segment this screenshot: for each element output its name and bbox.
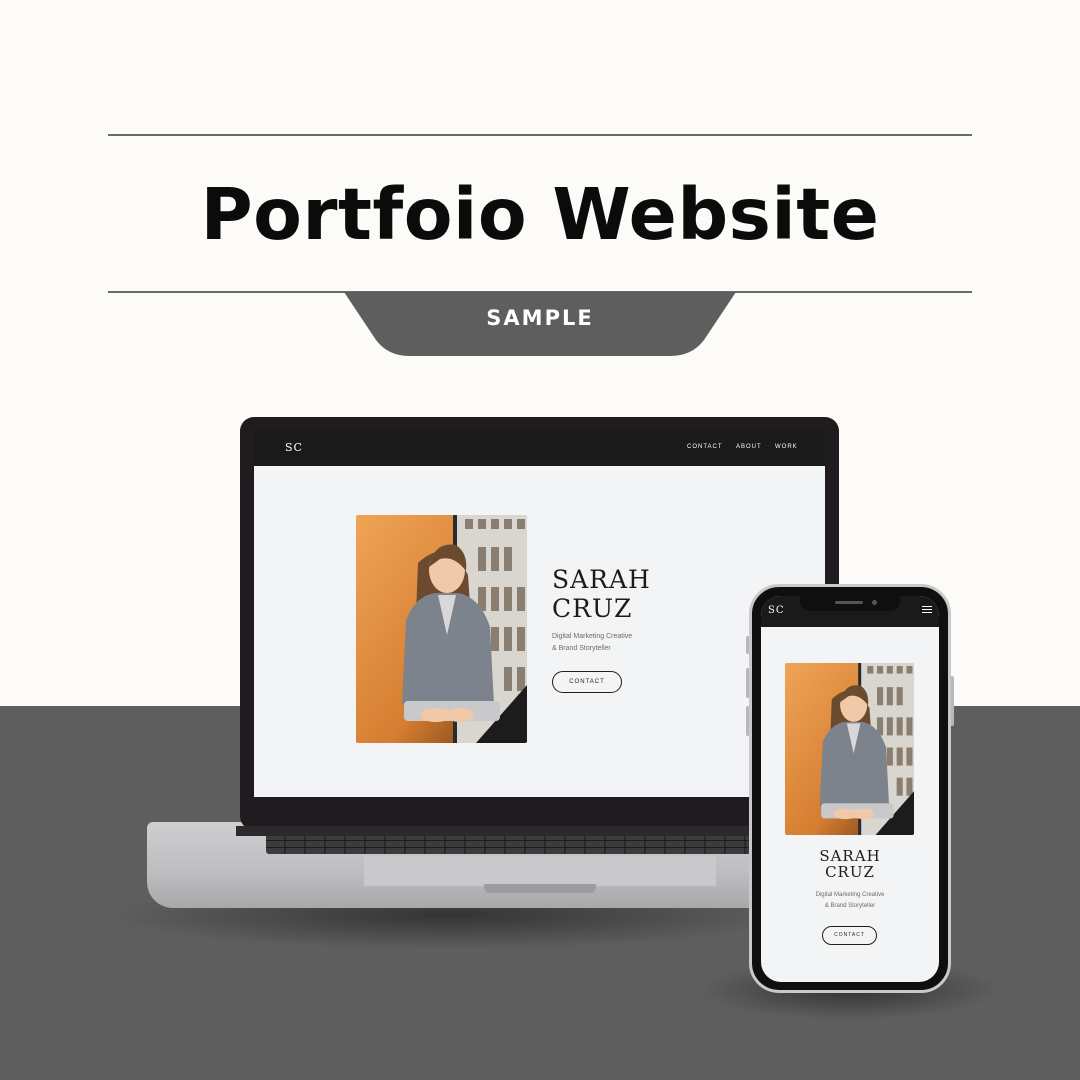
profile-photo: [356, 515, 527, 743]
hero-name: SARAH CRUZ: [552, 565, 651, 623]
camera-icon: [872, 600, 877, 605]
phone-hero-name: SARAH CRUZ: [761, 848, 939, 880]
laptop-lid-notch: [484, 884, 596, 893]
phone-name-last: CRUZ: [825, 863, 875, 881]
phone-hero-subtitle: Digital Marketing Creative & Brand Story…: [761, 890, 939, 912]
sample-label: SAMPLE: [486, 306, 594, 330]
name-first: SARAH: [552, 565, 651, 594]
name-last: CRUZ: [552, 594, 633, 623]
hero-subtitle: Digital Marketing Creative & Brand Story…: [552, 631, 632, 655]
phone-subtitle-line-1: Digital Marketing Creative: [815, 892, 885, 898]
contact-button[interactable]: CONTACT: [552, 671, 622, 693]
phone-contact-button[interactable]: CONTACT: [822, 926, 877, 945]
nav-link-work[interactable]: WORK: [775, 444, 798, 450]
nav-link-contact[interactable]: CONTACT: [687, 444, 723, 450]
phone-speaker: [835, 601, 863, 604]
phone-subtitle-line-2: & Brand Storyteller: [824, 903, 876, 909]
laptop-screen: SC CONTACT ABOUT WORK SARAH CRUZ Digital…: [254, 430, 825, 797]
phone-profile-photo: [785, 663, 914, 835]
laptop-trackpad: [364, 856, 716, 886]
nav-link-about[interactable]: ABOUT: [736, 444, 762, 450]
laptop-site-nav: SC CONTACT ABOUT WORK: [254, 430, 825, 466]
phone-site-logo[interactable]: SC: [768, 605, 785, 616]
page-title: Portfoio Website: [200, 173, 880, 256]
top-divider: [108, 134, 972, 136]
phone-name-first: SARAH: [819, 847, 881, 865]
subtitle-line-2: & Brand Storyteller: [552, 645, 611, 652]
subtitle-line-1: Digital Marketing Creative: [552, 633, 633, 640]
site-logo[interactable]: SC: [285, 441, 303, 454]
hamburger-menu-icon[interactable]: [922, 606, 932, 614]
phone-notch: [800, 596, 900, 611]
phone-screen: SC SARAH CRUZ Digital Marketing Creative…: [761, 596, 939, 982]
